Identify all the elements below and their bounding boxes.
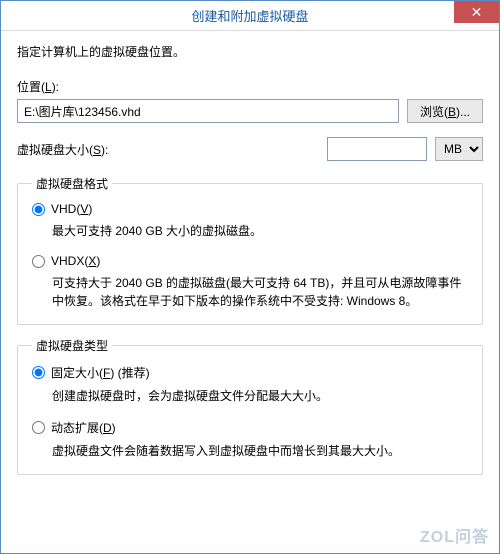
window-title: 创建和附加虚拟硬盘 xyxy=(191,6,308,25)
type-fixed-input[interactable] xyxy=(32,366,45,379)
type-fixed-desc: 创建虚拟硬盘时，会为虚拟硬盘文件分配最大大小。 xyxy=(52,387,468,405)
type-group: 虚拟硬盘类型 固定大小(F) (推荐) 创建虚拟硬盘时，会为虚拟硬盘文件分配最大… xyxy=(17,337,483,475)
type-dynamic-label: 动态扩展(D) xyxy=(51,419,116,436)
size-label: 虚拟硬盘大小(S): xyxy=(17,141,108,158)
type-dynamic-block: 动态扩展(D) 虚拟硬盘文件会随着数据写入到虚拟硬盘中而增长到其最大大小。 xyxy=(32,419,468,460)
type-fixed-radio[interactable]: 固定大小(F) (推荐) xyxy=(32,364,468,381)
size-unit-select[interactable]: MB xyxy=(435,137,483,161)
dialog-content: 指定计算机上的虚拟硬盘位置。 位置(L): 浏览(B)... 虚拟硬盘大小(S)… xyxy=(1,31,499,475)
format-vhdx-input[interactable] xyxy=(32,255,45,268)
format-group: 虚拟硬盘格式 VHD(V) 最大可支持 2040 GB 大小的虚拟磁盘。 VHD… xyxy=(17,175,483,325)
location-label: 位置(L): xyxy=(17,78,483,95)
location-input[interactable] xyxy=(17,99,399,123)
format-vhd-block: VHD(V) 最大可支持 2040 GB 大小的虚拟磁盘。 xyxy=(32,202,468,240)
format-vhd-input[interactable] xyxy=(32,203,45,216)
format-vhd-label: VHD(V) xyxy=(51,202,92,216)
format-vhdx-label: VHDX(X) xyxy=(51,254,100,268)
format-vhd-radio[interactable]: VHD(V) xyxy=(32,202,468,216)
watermark: ZOL问答 xyxy=(420,523,489,547)
type-fixed-block: 固定大小(F) (推荐) 创建虚拟硬盘时，会为虚拟硬盘文件分配最大大小。 xyxy=(32,364,468,405)
size-input[interactable] xyxy=(327,137,427,161)
close-button[interactable]: ✕ xyxy=(454,1,499,23)
titlebar: 创建和附加虚拟硬盘 ✕ xyxy=(1,1,499,31)
type-legend: 虚拟硬盘类型 xyxy=(32,337,112,354)
close-icon: ✕ xyxy=(471,5,483,19)
instruction-text: 指定计算机上的虚拟硬盘位置。 xyxy=(17,43,483,60)
location-row: 浏览(B)... xyxy=(17,99,483,123)
format-vhdx-block: VHDX(X) 可支持大于 2040 GB 的虚拟磁盘(最大可支持 64 TB)… xyxy=(32,254,468,310)
type-dynamic-radio[interactable]: 动态扩展(D) xyxy=(32,419,468,436)
type-dynamic-input[interactable] xyxy=(32,421,45,434)
format-vhd-desc: 最大可支持 2040 GB 大小的虚拟磁盘。 xyxy=(52,222,468,240)
type-dynamic-desc: 虚拟硬盘文件会随着数据写入到虚拟硬盘中而增长到其最大大小。 xyxy=(52,442,468,460)
browse-button[interactable]: 浏览(B)... xyxy=(407,99,483,123)
format-legend: 虚拟硬盘格式 xyxy=(32,175,112,192)
type-fixed-label: 固定大小(F) (推荐) xyxy=(51,364,150,381)
format-vhdx-radio[interactable]: VHDX(X) xyxy=(32,254,468,268)
size-row: 虚拟硬盘大小(S): MB xyxy=(17,137,483,161)
format-vhdx-desc: 可支持大于 2040 GB 的虚拟磁盘(最大可支持 64 TB)，并且可从电源故… xyxy=(52,274,468,310)
